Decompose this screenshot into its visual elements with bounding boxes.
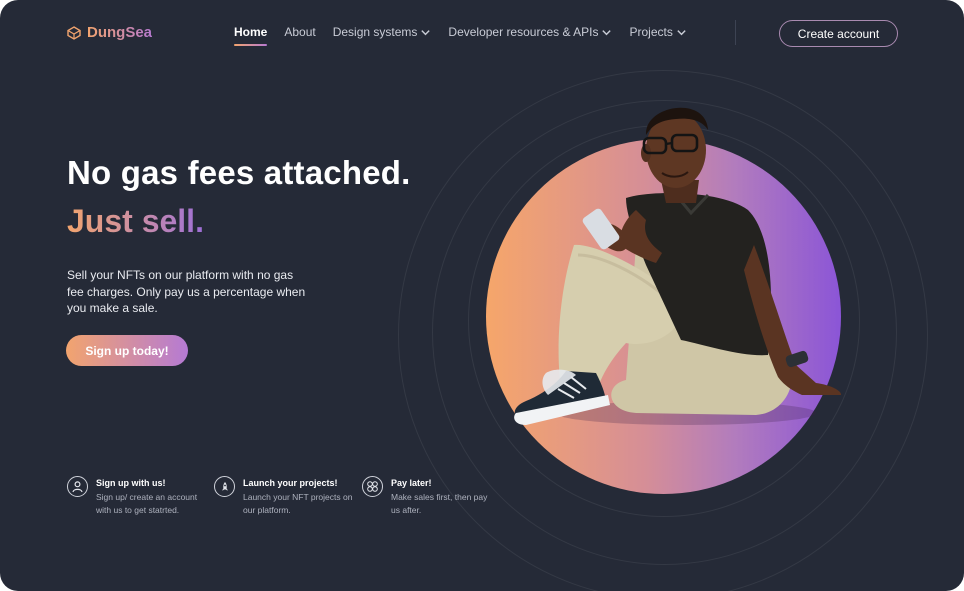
nav-item-home[interactable]: Home (234, 24, 268, 46)
nav-item-about[interactable]: About (284, 24, 315, 40)
feature-signup: Sign up with us! Sign up/ create an acco… (67, 476, 207, 517)
feature-text: Make sales first, then pay us after. (391, 492, 488, 515)
feature-title: Sign up with us! (96, 478, 166, 488)
rocket-icon (214, 476, 235, 497)
nav-item-label: Design systems (332, 25, 418, 39)
nav-item-label: Projects (629, 25, 673, 39)
brand-name: DungSea (87, 24, 153, 41)
feature-launch: Launch your projects! Launch your NFT pr… (214, 476, 354, 517)
feature-text: Sign up/ create an account with us to ge… (96, 492, 198, 515)
feature-title: Pay later! (391, 478, 432, 488)
hero-person-illustration (514, 107, 842, 425)
user-icon (67, 476, 88, 497)
brand-logo[interactable]: DungSea (67, 24, 152, 41)
feature-pay-later: Pay later! Make sales first, then pay us… (362, 476, 492, 517)
landing-page: DungSea Home About Design systems Develo… (0, 0, 964, 591)
main-nav: Home About Design systems Developer reso… (234, 24, 704, 46)
nav-item-label: Home (234, 25, 268, 39)
feature-title: Launch your projects! (243, 478, 338, 488)
hero-headline-accent: Just sell. (67, 203, 204, 239)
nav-item-projects[interactable]: Projects (629, 24, 686, 40)
sign-up-button[interactable]: Sign up today! (66, 335, 188, 366)
nav-item-developer-resources[interactable]: Developer resources & APIs (448, 24, 612, 40)
chevron-down-icon (421, 29, 431, 35)
nav-item-label: About (284, 25, 316, 39)
hero-headline: No gas fees attached. (67, 154, 411, 191)
header-divider (735, 20, 736, 45)
create-account-button[interactable]: Create account (779, 20, 898, 47)
chevron-down-icon (602, 29, 612, 35)
feature-text: Launch your NFT projects on our platform… (243, 492, 353, 515)
nav-item-label: Developer resources & APIs (448, 25, 599, 39)
hero-description: Sell your NFTs on our platform with no g… (67, 268, 306, 315)
coins-icon (362, 476, 383, 497)
cube-icon (67, 25, 81, 40)
nav-item-design-systems[interactable]: Design systems (333, 24, 432, 40)
chevron-down-icon (677, 29, 686, 35)
